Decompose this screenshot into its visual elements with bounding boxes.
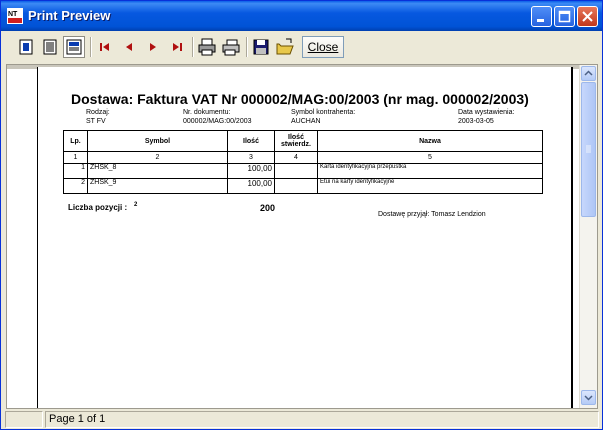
toolbar-separator (192, 37, 194, 57)
first-page-button[interactable] (94, 36, 116, 58)
nr-dokumentu-label: Nr. dokumentu: (183, 109, 231, 116)
table-row: 2 ZHSK_9 100,00 Etui na karty identyfika… (63, 178, 543, 194)
multi-page-button[interactable] (39, 36, 61, 58)
col-number: 4 (274, 151, 318, 164)
total-sum: 200 (260, 203, 276, 213)
print-setup-icon (222, 39, 240, 56)
multi-page-icon (43, 39, 57, 55)
row-ilosc: 100,00 (227, 178, 275, 194)
row-symbol: ZHSK_8 (87, 163, 228, 179)
header-ilosc: Ilość (227, 130, 275, 152)
save-button[interactable] (250, 36, 272, 58)
title-bar[interactable]: NT Print Preview (1, 1, 602, 31)
single-page-button[interactable] (15, 36, 37, 58)
row-symbol: ZHSK_9 (87, 178, 228, 194)
kontrahent-value: AUCHAN (291, 118, 321, 125)
page-indicator: Page 1 of 1 (45, 411, 599, 428)
next-page-button[interactable] (142, 36, 164, 58)
row-ilosc: 100,00 (227, 163, 275, 179)
app-icon: NT (7, 8, 23, 24)
window-title: Print Preview (28, 8, 111, 23)
print-button[interactable] (196, 36, 218, 58)
row-lp: 2 (63, 178, 88, 194)
col-number: 5 (317, 151, 543, 164)
last-page-icon (173, 43, 182, 51)
row-stwierdz (274, 163, 318, 179)
close-window-button[interactable] (577, 6, 598, 27)
header-ilosc-stwierdz: Ilość stwierdz. (274, 130, 318, 152)
items-table: Lp. Symbol Ilość Ilość stwierdz. Nazwa 1… (63, 130, 543, 194)
prev-page-icon (126, 43, 132, 51)
col-number: 3 (227, 151, 275, 164)
chevron-down-icon (584, 395, 593, 401)
data-wystawienia-label: Data wystawienia: (458, 109, 515, 116)
print-icon (198, 38, 216, 56)
status-bar: Page 1 of 1 (5, 411, 599, 429)
row-lp: 1 (63, 163, 88, 179)
single-page-icon (19, 39, 33, 55)
table-number-row: 1 2 3 4 5 (63, 151, 543, 164)
fit-page-button[interactable] (63, 36, 85, 58)
minimize-button[interactable] (531, 6, 552, 27)
grip-icon (586, 145, 591, 153)
close-icon (582, 11, 593, 22)
data-wystawienia-value: 2003-03-05 (458, 118, 494, 125)
scroll-up-button[interactable] (581, 66, 596, 81)
scroll-thumb[interactable] (581, 82, 596, 217)
received-by: Dostawę przyjął: Tomasz Lendzion (378, 211, 486, 218)
col-number: 1 (63, 151, 88, 164)
col-number: 2 (87, 151, 228, 164)
nr-dokumentu-value: 000002/MAG:00/2003 (183, 118, 252, 125)
header-nazwa: Nazwa (317, 130, 543, 152)
kontrahent-label: Symbol kontrahenta: (291, 109, 356, 116)
row-nazwa: Etui na karty identyfikacyjne (317, 178, 543, 194)
preview-page: Dostawa: Faktura VAT Nr 000002/MAG:00/20… (37, 67, 573, 408)
rodzaj-label: Rodzaj: (86, 109, 110, 116)
last-page-button[interactable] (166, 36, 188, 58)
toolbar-separator (90, 37, 92, 57)
print-preview-window: NT Print Preview Close Dostawa: Faktura … (0, 0, 603, 430)
minimize-icon (537, 19, 544, 22)
header-symbol: Symbol (87, 130, 228, 152)
toolbar-separator (246, 37, 248, 57)
fit-page-icon (66, 39, 82, 55)
open-icon (276, 38, 294, 55)
row-stwierdz (274, 178, 318, 194)
maximize-button[interactable] (554, 6, 575, 27)
table-row: 1 ZHSK_8 100,00 Karta identyfikacyjna pr… (63, 163, 543, 179)
preview-area[interactable]: Dostawa: Faktura VAT Nr 000002/MAG:00/20… (6, 64, 598, 409)
header-lp: Lp. (63, 130, 88, 152)
document-title: Dostawa: Faktura VAT Nr 000002/MAG:00/20… (71, 91, 529, 107)
print-setup-button[interactable] (220, 36, 242, 58)
first-page-icon (100, 43, 109, 51)
rodzaj-value: ST FV (86, 118, 106, 125)
toolbar: Close (5, 34, 599, 60)
liczba-pozycji-value: 2 (134, 202, 138, 208)
chevron-up-icon (584, 70, 593, 76)
close-button-label: Close (307, 40, 339, 54)
liczba-pozycji-label: Liczba pozycji : (68, 203, 128, 212)
maximize-icon (558, 10, 571, 23)
table-header-row: Lp. Symbol Ilość Ilość stwierdz. Nazwa (63, 130, 543, 152)
status-cell-empty (5, 411, 43, 428)
svg-text:NT: NT (8, 11, 18, 18)
next-page-icon (150, 43, 156, 51)
close-button[interactable]: Close (302, 36, 344, 58)
vertical-scrollbar[interactable] (579, 65, 597, 408)
prev-page-button[interactable] (118, 36, 140, 58)
open-button[interactable] (274, 36, 296, 58)
scroll-down-button[interactable] (581, 390, 596, 405)
save-icon (253, 39, 269, 55)
row-nazwa: Karta identyfikacyjna przepustka (317, 163, 543, 179)
